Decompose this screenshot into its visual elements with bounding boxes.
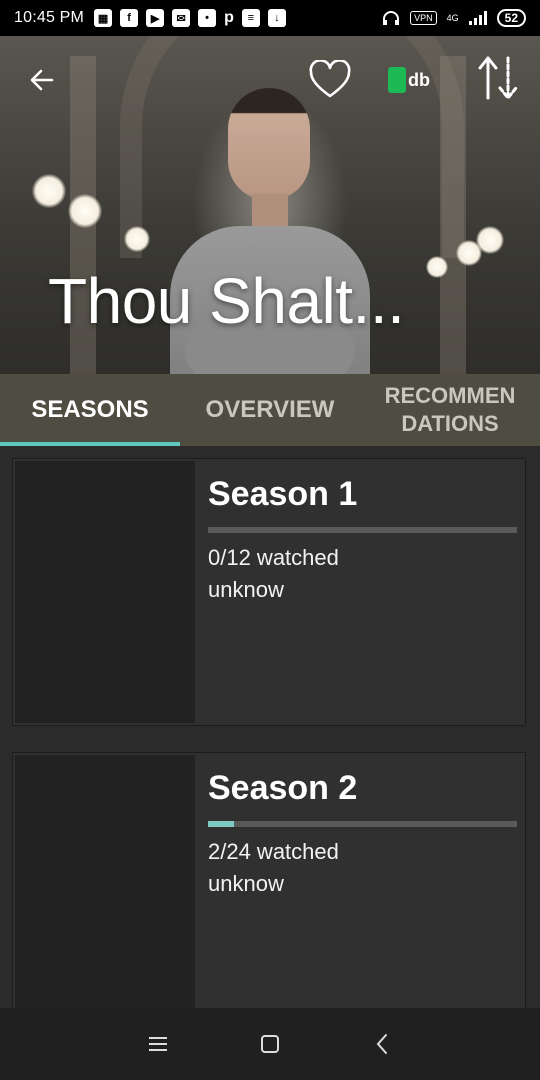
lamp-light bbox=[426, 256, 448, 278]
lamp-light bbox=[124, 226, 150, 252]
show-title: Thou Shalt... bbox=[48, 265, 405, 337]
calendar-icon: ▦ bbox=[94, 9, 113, 27]
back-nav-button[interactable] bbox=[367, 1029, 397, 1059]
tab-bar: SEASONS OVERVIEW RECOMMEN DATIONS bbox=[0, 374, 540, 446]
back-button[interactable] bbox=[26, 64, 58, 96]
vpn-badge: VPN bbox=[410, 11, 437, 25]
season-list[interactable]: Season 1 0/12 watched unknow Season 2 2/… bbox=[0, 446, 540, 1008]
lamp-light bbox=[68, 194, 102, 228]
tab-label: SEASONS bbox=[31, 396, 149, 423]
status-time: 10:45 PM bbox=[14, 9, 85, 26]
season-poster bbox=[15, 461, 195, 723]
network-type: 4G bbox=[446, 13, 459, 23]
home-square-icon bbox=[261, 1035, 279, 1053]
app-icon: ≡ bbox=[241, 9, 260, 27]
sort-icon bbox=[478, 56, 518, 100]
chevron-left-icon bbox=[376, 1034, 387, 1054]
lamp-light bbox=[32, 174, 66, 208]
season-progress-bar bbox=[208, 821, 517, 827]
notification-icons: ▦ f ▶ ✉ • p ≡ ↓ bbox=[94, 9, 286, 27]
season-card[interactable]: Season 2 2/24 watched unknow bbox=[12, 752, 526, 1008]
season-progress-bar bbox=[208, 527, 517, 533]
season-poster bbox=[15, 755, 195, 1008]
tmdb-button[interactable]: db bbox=[388, 66, 430, 94]
season-date: unknow bbox=[208, 577, 284, 602]
mail-icon: ✉ bbox=[172, 9, 191, 27]
download-icon: ↓ bbox=[267, 9, 286, 27]
arrow-back-icon bbox=[30, 69, 54, 91]
season-card[interactable]: Season 1 0/12 watched unknow bbox=[12, 458, 526, 726]
youtube-icon: ▶ bbox=[146, 9, 165, 27]
tab-label: RECOMMEN DATIONS bbox=[385, 382, 516, 438]
battery-icon: 52 bbox=[496, 9, 526, 27]
headphones-icon bbox=[383, 11, 400, 25]
chat-icon: • bbox=[198, 9, 217, 27]
season-title: Season 1 bbox=[208, 475, 358, 513]
tab-overview[interactable]: OVERVIEW bbox=[180, 374, 360, 446]
home-button[interactable] bbox=[255, 1029, 285, 1059]
facebook-icon: f bbox=[120, 9, 139, 27]
system-nav-bar bbox=[0, 1008, 540, 1080]
season-title: Season 2 bbox=[208, 769, 358, 807]
season-date: unknow bbox=[208, 871, 284, 896]
menu-button[interactable] bbox=[143, 1029, 173, 1059]
season-watched-count: 0/12 watched bbox=[208, 545, 339, 570]
hero-header: db Thou Shalt... bbox=[0, 36, 540, 374]
p-app-icon: p bbox=[224, 9, 234, 26]
lamp-light bbox=[456, 240, 482, 266]
signal-icon bbox=[468, 11, 487, 25]
tab-recommendations[interactable]: RECOMMEN DATIONS bbox=[360, 374, 540, 446]
favorite-button[interactable] bbox=[308, 59, 352, 100]
tab-label-line: RECOMMEN bbox=[384, 383, 516, 408]
background-column bbox=[440, 56, 466, 374]
heart-icon bbox=[309, 59, 351, 98]
menu-icon bbox=[149, 1037, 167, 1051]
sort-button[interactable] bbox=[476, 54, 520, 102]
season-watched-count: 2/24 watched bbox=[208, 839, 339, 864]
tmdb-logo-icon bbox=[388, 67, 406, 93]
tab-label: OVERVIEW bbox=[205, 396, 335, 423]
tab-label-line: DATIONS bbox=[401, 411, 499, 436]
tab-seasons[interactable]: SEASONS bbox=[0, 374, 180, 446]
tmdb-label: db bbox=[408, 69, 430, 90]
season-progress-fill bbox=[208, 821, 234, 827]
status-bar: 10:45 PM ▦ f ▶ ✉ • p ≡ ↓ VPN 4G 52 bbox=[0, 0, 540, 36]
